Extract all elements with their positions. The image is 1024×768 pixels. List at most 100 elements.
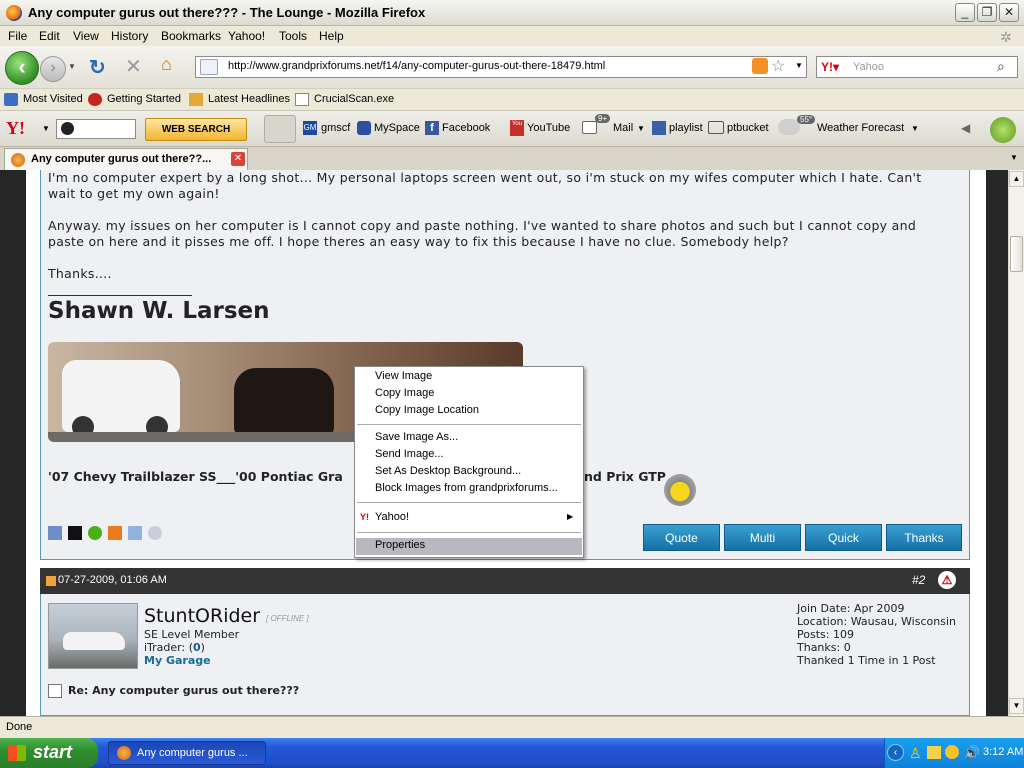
itrader-value[interactable]: 0: [193, 641, 201, 654]
menu-properties[interactable]: Properties: [375, 539, 425, 551]
menu-set-desktop-background[interactable]: Set As Desktop Background...: [375, 465, 521, 477]
page-right-margin: [986, 170, 1008, 716]
toolbar-ptbucket[interactable]: ptbucket: [727, 122, 769, 134]
page-left-margin: [0, 170, 26, 716]
search-icon[interactable]: ⌕: [997, 58, 1005, 75]
menu-file[interactable]: File: [8, 29, 27, 43]
back-button[interactable]: ‹: [5, 51, 39, 85]
stumble-icon[interactable]: [128, 526, 142, 540]
menu-block-images[interactable]: Block Images from grandprixforums...: [375, 482, 558, 494]
menu-send-image[interactable]: Send Image...: [375, 448, 444, 460]
rss-feed-icon[interactable]: [752, 58, 768, 74]
menu-bookmarks[interactable]: Bookmarks: [161, 29, 221, 43]
menu-edit[interactable]: Edit: [39, 29, 60, 43]
reload-icon[interactable]: ↻: [89, 55, 106, 80]
toolbar-gmscf[interactable]: gmscf: [321, 122, 350, 134]
yahoo-engine-icon[interactable]: Y!▾: [821, 60, 839, 74]
search-box[interactable]: Y!▾ Yahoo ⌕: [816, 56, 1018, 78]
signature-cars-line: '07 Chevy Trailblazer SS___'00 Pontiac G…: [48, 469, 343, 484]
clock[interactable]: 3:12 AM: [983, 746, 1023, 758]
reddit-icon[interactable]: [148, 526, 162, 540]
digg-icon[interactable]: [48, 526, 62, 540]
post-2-username[interactable]: StuntORider: [144, 605, 260, 627]
yahoo-menu-dropdown-icon[interactable]: ▼: [42, 124, 50, 133]
social-bookmark-icons: [48, 526, 172, 542]
menu-yahoo[interactable]: Yahoo!: [375, 511, 409, 523]
taskbar-firefox-item[interactable]: Any computer gurus ...: [108, 741, 266, 765]
scroll-down-arrow[interactable]: ▼: [1009, 698, 1024, 714]
toolbar-youtube[interactable]: YouTube: [527, 122, 570, 134]
bookmark-crucialscan[interactable]: CrucialScan.exe: [314, 93, 394, 105]
home-icon[interactable]: ⌂: [161, 54, 172, 75]
signature-divider: [48, 295, 192, 296]
scroll-up-arrow[interactable]: ▲: [1009, 171, 1024, 187]
web-search-button[interactable]: WEB SEARCH: [145, 118, 247, 141]
scroll-thumb[interactable]: [1010, 236, 1023, 272]
magnifier-icon: [61, 122, 74, 135]
report-post-icon[interactable]: ⚠: [938, 571, 956, 589]
messenger-smiley-icon[interactable]: [945, 745, 959, 759]
bookmark-getting-started[interactable]: Getting Started: [107, 93, 181, 105]
delicious-icon[interactable]: [68, 526, 82, 540]
folder-tray-icon[interactable]: [927, 746, 941, 759]
menu-history[interactable]: History: [111, 29, 148, 43]
firefox-taskbar-icon: [117, 746, 131, 760]
multi-quote-button[interactable]: Multi: [724, 524, 801, 551]
start-button[interactable]: start: [0, 738, 98, 768]
close-window-button[interactable]: ✕: [999, 3, 1019, 22]
toolbar-facebook[interactable]: Facebook: [442, 122, 490, 134]
toolbar-playlist[interactable]: playlist: [669, 122, 703, 134]
menu-tools[interactable]: Tools: [279, 29, 307, 43]
weather-dropdown-icon[interactable]: ▼: [911, 124, 919, 133]
quick-reply-button[interactable]: Quick: [805, 524, 882, 551]
menu-copy-image[interactable]: Copy Image: [375, 387, 434, 399]
vertical-scrollbar[interactable]: ▲ ▼: [1008, 170, 1024, 716]
user-avatar[interactable]: [48, 603, 138, 669]
menu-copy-image-location[interactable]: Copy Image Location: [375, 404, 479, 416]
aim-icon[interactable]: ♙: [909, 745, 922, 762]
toolbar-mail[interactable]: Mail: [613, 122, 633, 134]
url-text[interactable]: http://www.grandprixforums.net/f14/any-c…: [228, 60, 605, 72]
yahoo-search-input[interactable]: [56, 119, 136, 139]
toolbar-myspace[interactable]: MySpace: [374, 122, 420, 134]
url-dropdown-icon[interactable]: ▼: [795, 61, 803, 70]
menu-view[interactable]: View: [73, 29, 99, 43]
post-2-number[interactable]: #2: [912, 573, 925, 587]
addon-gear-icon[interactable]: [990, 117, 1016, 143]
menu-view-image[interactable]: View Image: [375, 370, 432, 382]
post-count: Posts: 109: [797, 628, 854, 641]
pencil-toolbar-icon[interactable]: [264, 115, 296, 143]
toolbar-scroll-left-icon[interactable]: ◀: [961, 121, 970, 135]
stop-icon[interactable]: ✕: [125, 54, 142, 79]
my-garage-link[interactable]: My Garage: [144, 654, 211, 667]
bookmark-latest-headlines[interactable]: Latest Headlines: [208, 93, 290, 105]
menu-help[interactable]: Help: [319, 29, 344, 43]
page-icon: [295, 93, 309, 106]
forward-button[interactable]: ›: [40, 56, 66, 82]
tab-close-icon[interactable]: ✕: [231, 152, 245, 166]
bookmark-star-icon[interactable]: ☆: [771, 56, 785, 76]
mail-badge: 9+: [595, 114, 611, 123]
itrader-close: ): [200, 641, 205, 654]
volume-icon[interactable]: 🔊: [964, 745, 980, 761]
tray-expand-icon[interactable]: ‹: [887, 744, 904, 761]
maximize-button[interactable]: ❐: [977, 3, 997, 22]
quote-button[interactable]: Quote: [643, 524, 720, 551]
menu-yahoo[interactable]: Yahoo!: [228, 29, 265, 43]
menu-save-image-as[interactable]: Save Image As...: [375, 431, 458, 443]
yahoo-logo-icon[interactable]: Y!: [6, 118, 25, 139]
system-tray: ‹ ♙ 🔊 3:12 AM: [884, 738, 1024, 768]
tab-list-dropdown-icon[interactable]: ▼: [1010, 153, 1018, 162]
thanked-count: Thanked 1 Time in 1 Post: [797, 654, 936, 667]
tab-active[interactable]: Any computer gurus out there??... ✕: [4, 148, 248, 170]
furl-icon[interactable]: [108, 526, 122, 540]
mail-dropdown-icon[interactable]: ▼: [637, 124, 645, 133]
bookmark-most-visited[interactable]: Most Visited: [23, 93, 83, 105]
thanks-button[interactable]: Thanks: [886, 524, 962, 551]
minimize-button[interactable]: _: [955, 3, 975, 22]
toolbar-weather-forecast[interactable]: Weather Forecast: [817, 122, 904, 134]
technorati-icon[interactable]: [88, 526, 102, 540]
site-identity-icon[interactable]: [200, 59, 218, 75]
status-text: Done: [6, 721, 33, 733]
history-dropdown-icon[interactable]: ▼: [68, 62, 76, 71]
